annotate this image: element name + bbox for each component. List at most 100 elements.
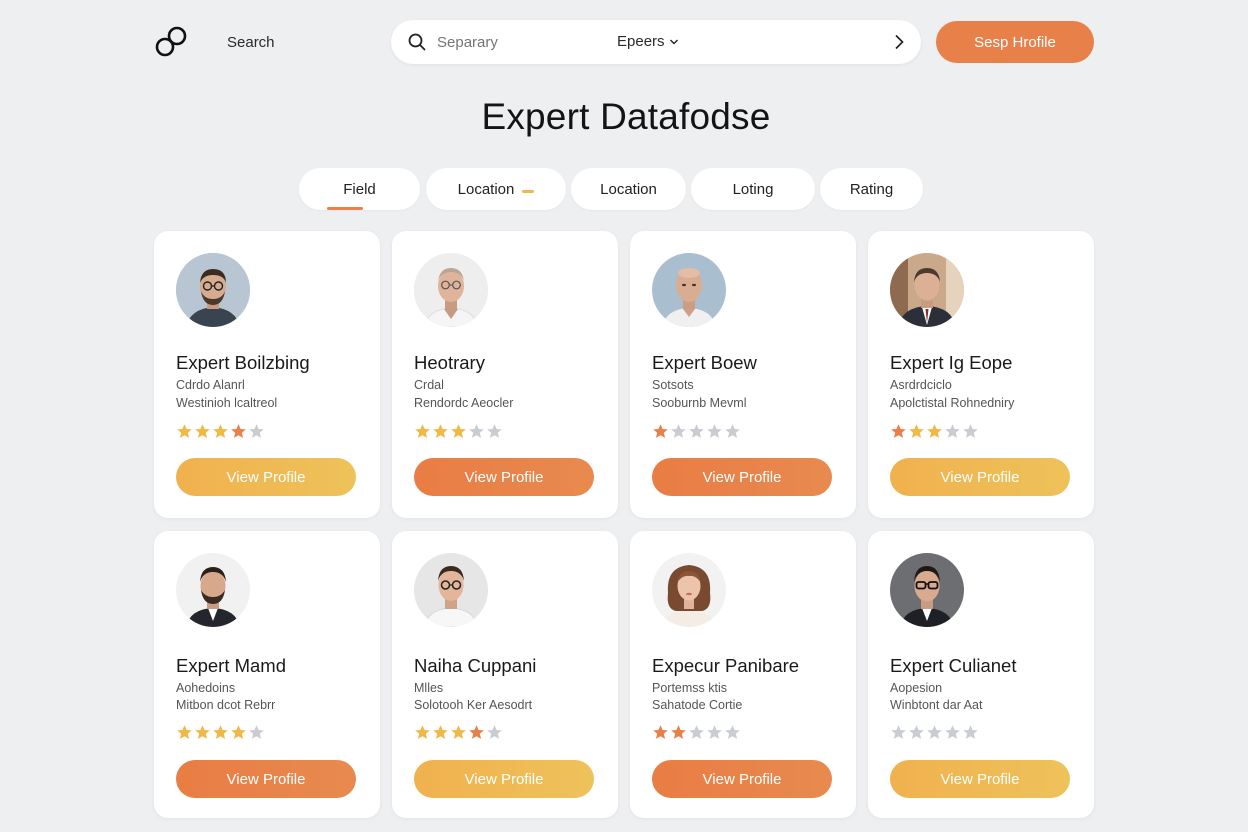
star-empty-icon [927,725,942,739]
star-rating [652,423,741,440]
expert-name: Expert Ig Eope [890,352,1013,373]
star-filled-icon [415,424,430,438]
expert-name: Expert Boew [652,352,757,373]
search-nav-link[interactable]: Search [227,34,275,51]
expert-field: Aopesion [890,681,943,695]
view-profile-button[interactable]: View Profile [414,458,594,496]
tab-field[interactable]: Field [299,168,420,210]
dropdown-label: Epeers [617,33,665,50]
expert-type-dropdown[interactable]: Epeers [617,33,679,50]
chevron-right-icon[interactable] [889,32,909,52]
expert-card[interactable]: Expert Culianet Aopesion Winbtont dar Aa… [868,531,1094,818]
star-filled-icon [891,424,906,438]
star-filled-icon [195,725,210,739]
expert-field: Sotsots [652,378,694,392]
star-rating [176,724,265,741]
avatar [176,553,250,627]
tab-label: Field [343,180,376,198]
star-rating [652,724,741,741]
active-tab-underline [327,207,363,210]
star-filled-icon [177,725,192,739]
star-filled-icon [231,424,246,438]
avatar-portrait [176,253,250,327]
star-empty-icon [487,725,502,739]
expert-name: Heotrary [414,352,485,373]
expert-location: Rendordc Aeocler [414,396,514,410]
star-empty-icon [909,725,924,739]
star-filled-icon [451,424,466,438]
expert-name: Naiha Cuppani [414,655,537,676]
tab-location[interactable]: Location [426,168,566,210]
star-empty-icon [945,424,960,438]
expert-card[interactable]: Heotrary Crdal Rendordc Aeocler View Pro… [392,231,618,518]
search-input[interactable] [437,20,597,64]
avatar [652,553,726,627]
page-title: Expert Datafodse [481,96,771,137]
star-filled-icon [177,424,192,438]
tab-label: Location [600,180,657,198]
expert-location: Solotooh Ker Aesodrt [414,698,533,712]
view-profile-button[interactable]: View Profile [176,458,356,496]
star-empty-icon [891,725,906,739]
logo-icon[interactable] [154,24,190,60]
expert-field: Asrdrdciclo [890,378,952,392]
star-filled-icon [195,424,210,438]
star-filled-icon [415,725,430,739]
tab-loting[interactable]: Loting [691,168,815,210]
expert-field: Cdrdo Alanrl [176,378,245,392]
star-empty-icon [671,424,686,438]
expert-location: Apolctistal Rohnedniry [890,396,1015,410]
star-filled-icon [671,725,686,739]
avatar [890,553,964,627]
expert-card[interactable]: Expert Boilzbing Cdrdo Alanrl Westinioh … [154,231,380,518]
tab-rating[interactable]: Rating [820,168,923,210]
view-profile-button[interactable]: View Profile [652,458,832,496]
expert-card[interactable]: Expert Mamd Aohedoins Mitbon dcot Rebrr … [154,531,380,818]
star-empty-icon [725,725,740,739]
star-empty-icon [249,424,264,438]
expert-location: Mitbon dcot Rebrr [176,698,276,712]
tab-marker [522,189,535,193]
expert-card[interactable]: Expecur Panibare Portemss ktis Sahatode … [630,531,856,818]
search-bar: Epeers [391,20,921,64]
expert-name: Expecur Panibare [652,655,800,676]
tab-label: Location [457,180,515,198]
avatar-portrait [414,253,488,327]
star-rating [414,423,503,440]
avatar-portrait [890,553,964,627]
expert-location: Sahatode Cortie [652,698,743,712]
view-profile-button[interactable]: View Profile [414,760,594,798]
expert-card[interactable]: Expert Ig Eope Asrdrdciclo Apolctistal R… [868,231,1094,518]
star-empty-icon [707,725,722,739]
star-filled-icon [213,424,228,438]
star-empty-icon [945,725,960,739]
expert-location: Winbtont dar Aat [890,698,983,712]
view-profile-button[interactable]: View Profile [176,760,356,798]
avatar [176,253,250,327]
expert-field: Portemss ktis [652,681,728,695]
avatar-portrait [176,553,250,627]
star-filled-icon [927,424,942,438]
tab-label: Loting [732,180,774,198]
view-profile-button[interactable]: View Profile [652,760,832,798]
avatar-portrait [414,553,488,627]
tab-location-2[interactable]: Location [571,168,686,210]
avatar [652,253,726,327]
search-icon [408,33,426,51]
star-empty-icon [487,424,502,438]
star-filled-icon [653,725,668,739]
expert-card[interactable]: Expert Boew Sotsots Sooburnb Mevml View … [630,231,856,518]
star-rating [176,423,265,440]
view-profile-button[interactable]: View Profile [890,760,1070,798]
star-rating [414,724,503,741]
avatar-portrait [890,253,964,327]
tab-label: Rating [849,180,894,198]
star-filled-icon [653,424,668,438]
chevron-down-icon [669,39,678,44]
avatar [414,253,488,327]
view-profile-button[interactable]: View Profile [890,458,1070,496]
expert-card[interactable]: Naiha Cuppani Mlles Solotooh Ker Aesodrt… [392,531,618,818]
header-profile-button[interactable]: Sesp Hrofile [936,21,1094,63]
star-empty-icon [707,424,722,438]
avatar [414,553,488,627]
